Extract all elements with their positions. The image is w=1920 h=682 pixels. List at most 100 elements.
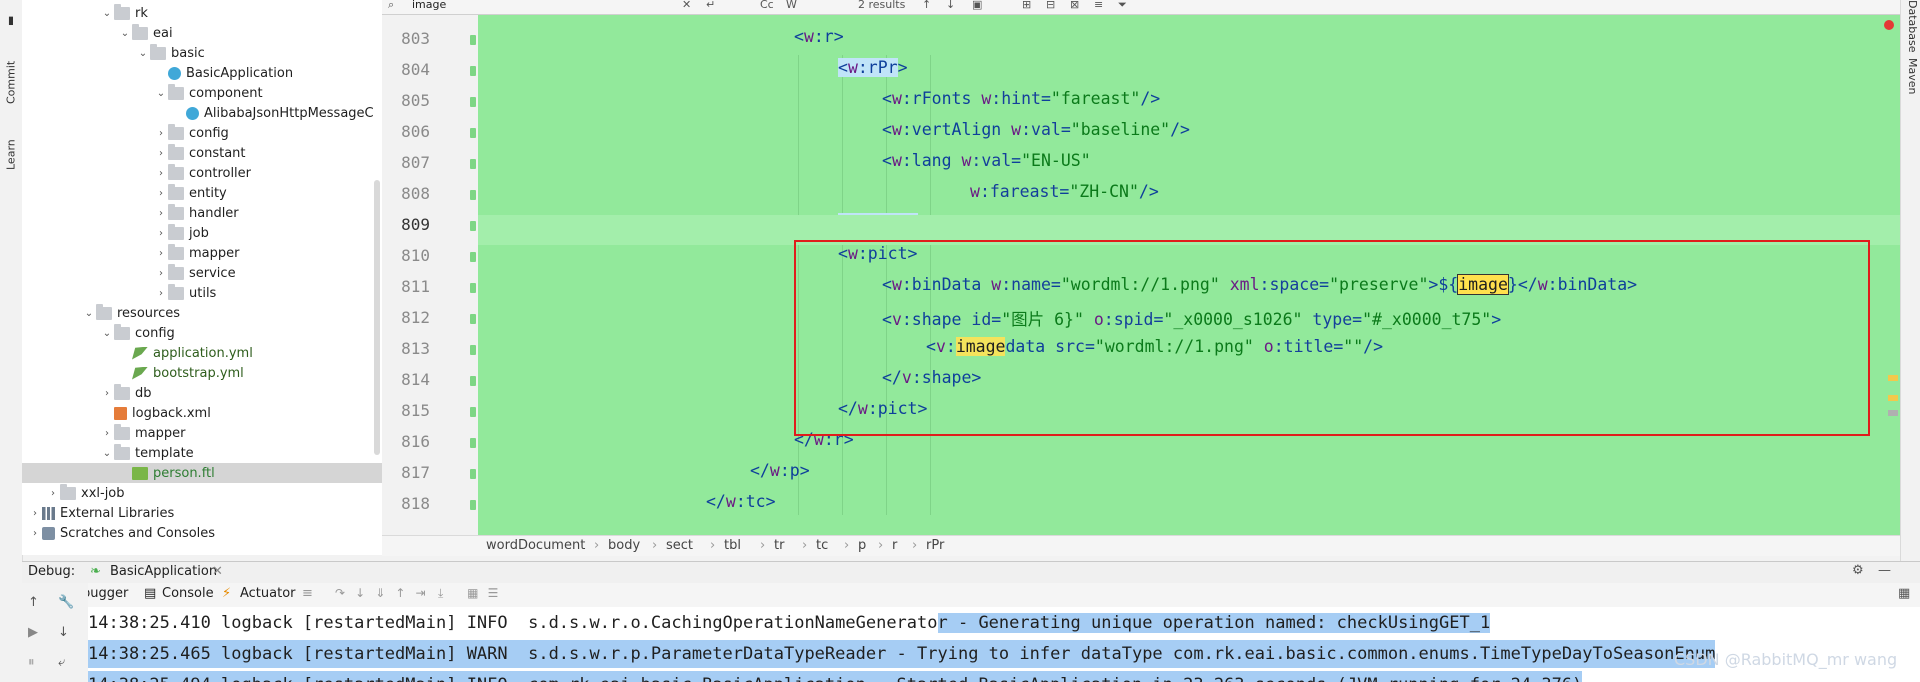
database-tab[interactable]: Database xyxy=(1903,0,1919,53)
enter-icon[interactable]: ↵ xyxy=(706,0,715,11)
breadcrumb-item[interactable]: wordDocument xyxy=(486,538,585,553)
change-marker[interactable] xyxy=(470,314,476,324)
scroll-marker[interactable] xyxy=(1888,395,1898,401)
maven-tab[interactable]: Maven xyxy=(1903,58,1919,118)
tree-item[interactable]: AlibabaJsonHttpMessageC xyxy=(22,103,382,123)
chevron-right-icon[interactable]: › xyxy=(154,168,168,179)
chevron-down-icon[interactable]: ⌄ xyxy=(100,328,114,339)
resume-icon[interactable]: ▶ xyxy=(28,625,38,640)
breadcrumb-item[interactable]: tc xyxy=(816,538,828,553)
chevron-right-icon[interactable]: › xyxy=(100,428,114,439)
run-to-cursor-icon[interactable]: ⤓ xyxy=(433,586,449,601)
learn-tab[interactable]: Learn xyxy=(2,118,20,170)
add-selection-icon[interactable]: ⊞ xyxy=(1022,0,1031,11)
project-icon[interactable]: ▮ xyxy=(2,8,20,28)
chevron-down-icon[interactable]: ⌄ xyxy=(154,88,168,99)
funnel-icon[interactable]: ⏷ xyxy=(1118,0,1127,12)
change-marker[interactable] xyxy=(470,376,476,386)
breadcrumb-item[interactable]: tr xyxy=(774,538,784,553)
scroll-marker[interactable] xyxy=(1888,410,1898,416)
change-marker[interactable] xyxy=(470,159,476,169)
tree-item[interactable]: BasicApplication xyxy=(22,63,382,83)
words-toggle[interactable]: W xyxy=(786,0,797,11)
change-marker[interactable] xyxy=(470,345,476,355)
force-step-into-icon[interactable]: ⇓ xyxy=(372,586,388,600)
tree-item[interactable]: › constant xyxy=(22,143,382,163)
tab-actuator[interactable]: Actuator xyxy=(240,586,296,601)
chevron-right-icon[interactable]: › xyxy=(154,248,168,259)
chevron-right-icon[interactable]: › xyxy=(154,288,168,299)
tree-item[interactable]: ⌄ resources xyxy=(22,303,382,323)
close-tab-icon[interactable]: ✕ xyxy=(212,564,223,579)
code-line[interactable]: <w:r> xyxy=(794,27,844,46)
minimize-icon[interactable]: — xyxy=(1878,563,1891,578)
chevron-right-icon[interactable]: › xyxy=(100,388,114,399)
tree-item[interactable]: › Scratches and Consoles xyxy=(22,523,382,543)
chevron-right-icon[interactable]: › xyxy=(154,208,168,219)
code-line[interactable]: <w:vertAlign w:val="baseline"/> xyxy=(882,120,1190,139)
chevron-down-icon[interactable]: ⌄ xyxy=(100,8,114,19)
tree-item[interactable]: › config xyxy=(22,123,382,143)
tree-item[interactable]: ⌄ component xyxy=(22,83,382,103)
scroll-marker[interactable] xyxy=(1888,375,1898,381)
chevron-right-icon[interactable]: › xyxy=(46,488,60,499)
change-marker[interactable] xyxy=(470,283,476,293)
wrench-icon[interactable]: 🔧 xyxy=(58,595,74,610)
chevron-right-icon[interactable]: › xyxy=(28,508,42,519)
tree-item[interactable]: ⌄ rk xyxy=(22,3,382,23)
code-line[interactable]: <w:rPr> xyxy=(838,58,908,77)
prev-occurrence-icon[interactable]: ↑ xyxy=(922,0,931,11)
tree-scrollbar[interactable] xyxy=(374,180,380,455)
breadcrumb-item[interactable]: rPr xyxy=(926,538,944,553)
tree-item[interactable]: › entity xyxy=(22,183,382,203)
close-icon[interactable]: ✕ xyxy=(682,0,691,11)
evaluate-icon[interactable]: ▦ xyxy=(465,586,481,600)
chevron-right-icon[interactable]: › xyxy=(154,148,168,159)
tree-item[interactable]: › utils xyxy=(22,283,382,303)
chevron-right-icon[interactable]: › xyxy=(28,528,42,539)
tree-item[interactable]: › mapper xyxy=(22,243,382,263)
change-marker[interactable] xyxy=(470,97,476,107)
step-out-icon[interactable]: ↑ xyxy=(392,586,408,600)
tree-item[interactable]: › service xyxy=(22,263,382,283)
tree-item[interactable]: › job xyxy=(22,223,382,243)
code-line[interactable]: <w:lang w:val="EN-US" xyxy=(882,151,1091,170)
commit-tab[interactable]: Commit xyxy=(2,40,20,104)
next-occurrence-icon[interactable]: ↓ xyxy=(946,0,955,11)
chevron-right-icon[interactable]: › xyxy=(154,188,168,199)
console-line[interactable]: 14:38:25.494 logback [restartedMain] INF… xyxy=(88,671,1583,682)
match-case-toggle[interactable]: Cc xyxy=(760,0,774,11)
change-marker[interactable] xyxy=(470,190,476,200)
tree-item[interactable]: › controller xyxy=(22,163,382,183)
tree-item[interactable]: › db xyxy=(22,383,382,403)
tree-item[interactable]: › External Libraries xyxy=(22,503,382,523)
error-indicator-icon[interactable] xyxy=(1884,20,1894,30)
breadcrumb-item[interactable]: r xyxy=(892,538,897,553)
layout-icon[interactable]: ▦ xyxy=(1898,586,1910,601)
change-marker[interactable] xyxy=(470,128,476,138)
chevron-down-icon[interactable]: ⌄ xyxy=(118,28,132,39)
pause-icon[interactable]: ⏸ xyxy=(28,655,35,670)
tree-item[interactable]: application.yml xyxy=(22,343,382,363)
change-marker[interactable] xyxy=(470,407,476,417)
chevron-right-icon[interactable]: › xyxy=(154,228,168,239)
chevron-down-icon[interactable]: ⌄ xyxy=(82,308,96,319)
breadcrumb-item[interactable]: tbl xyxy=(724,538,741,553)
chevron-down-icon[interactable]: ⌄ xyxy=(100,448,114,459)
chevron-right-icon[interactable]: › xyxy=(154,268,168,279)
change-marker[interactable] xyxy=(470,500,476,510)
change-marker[interactable] xyxy=(470,35,476,45)
step-into-icon[interactable]: ↓ xyxy=(352,586,368,600)
tab-console[interactable]: Console xyxy=(162,586,214,601)
soft-wrap-icon[interactable]: ⤶ xyxy=(58,655,65,670)
console-output[interactable]: 14:38:25.410 logback [restartedMain] INF… xyxy=(88,607,1920,682)
tree-item[interactable]: ⌄ template xyxy=(22,443,382,463)
gear-icon[interactable]: ⚙ xyxy=(1852,563,1864,578)
change-marker[interactable] xyxy=(470,221,476,231)
down-arrow-icon[interactable]: ↓ xyxy=(58,625,69,640)
drop-frame-icon[interactable]: ⇥ xyxy=(413,586,429,600)
chevron-down-icon[interactable]: ⌄ xyxy=(136,48,150,59)
change-marker[interactable] xyxy=(470,469,476,479)
tree-item[interactable]: ⌄ basic xyxy=(22,43,382,63)
filter-icon[interactable]: ▣ xyxy=(972,0,982,11)
